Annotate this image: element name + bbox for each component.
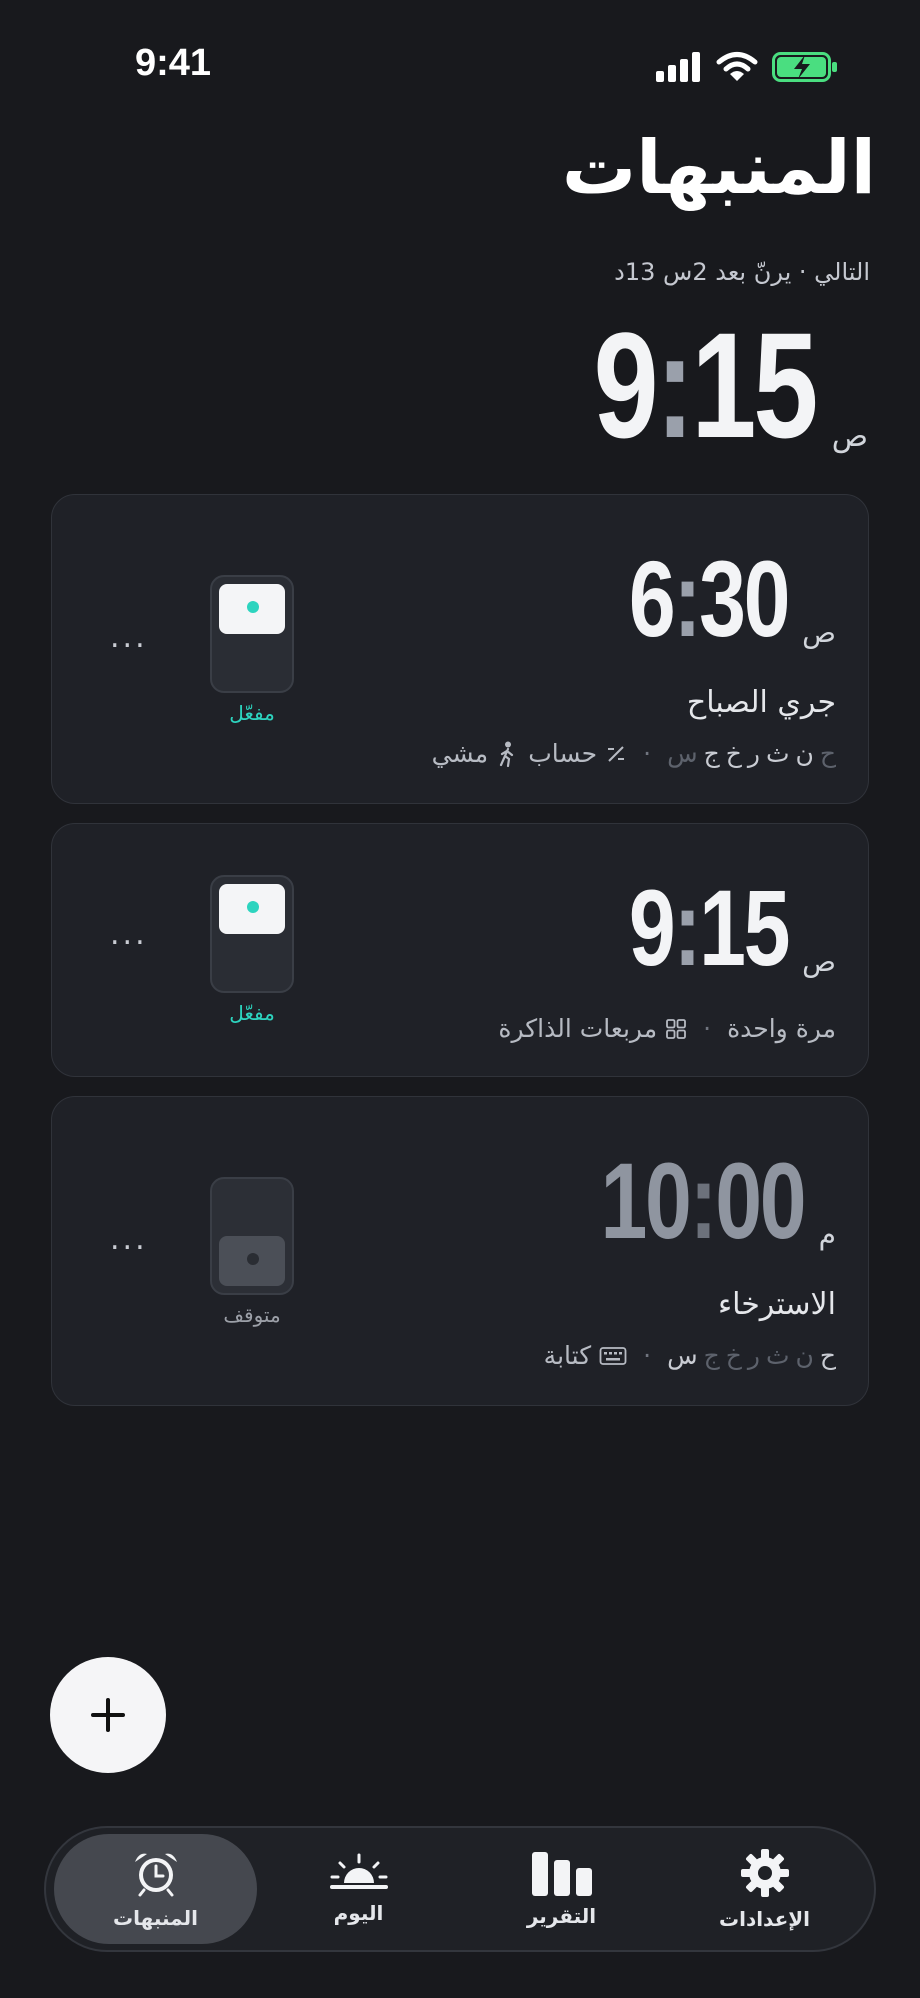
challenge-typing: كتابة — [544, 1341, 627, 1370]
cellular-signal-icon — [656, 52, 700, 82]
day-label: خ — [725, 1341, 742, 1370]
page-title: المنبهات — [561, 125, 876, 211]
bar-chart-icon — [531, 1852, 592, 1896]
day-label: ن — [795, 739, 814, 768]
alarm-time-suffix: ص — [802, 616, 836, 649]
day-label: خ — [725, 739, 742, 768]
tab-settings[interactable]: الإعدادات — [663, 1834, 866, 1944]
challenge-walk: مشي — [432, 739, 519, 768]
alarm-days: ح ن ث ر خ ج س — [667, 1341, 836, 1370]
alarm-time: 9:15 ص — [628, 867, 836, 988]
alarm-time: 6:30 ص — [628, 538, 836, 659]
alarm-status: مفعّل — [229, 1001, 275, 1025]
more-options-button[interactable]: ... — [110, 917, 148, 952]
alarm-card[interactable]: 9:15 ص مرة واحدة · مربعات الذاكرة مفعّل … — [51, 823, 869, 1077]
alarm-clock-icon — [134, 1853, 177, 1897]
next-alarm-countdown: التالي · يرنّ بعد 2س 13د — [614, 258, 870, 286]
day-label: س — [667, 739, 698, 768]
separator-dot: · — [643, 1341, 652, 1370]
alarm-time: 10:00 م — [600, 1140, 836, 1261]
gear-icon — [740, 1849, 789, 1897]
day-label: ث — [765, 1341, 790, 1370]
alarm-name: الاسترخاء — [718, 1287, 836, 1322]
plus-icon — [91, 1698, 125, 1732]
alarm-card[interactable]: 10:00 م الاسترخاء ح ن ث ر خ ج س · كتابة … — [51, 1096, 869, 1406]
grid-icon — [666, 1018, 687, 1039]
tab-report[interactable]: التقرير — [460, 1834, 663, 1944]
alarm-meta: مرة واحدة · مربعات الذاكرة — [498, 1014, 836, 1043]
alarm-status: مفعّل — [229, 701, 275, 725]
next-alarm-suffix: ص — [831, 419, 868, 454]
battery-charging-icon — [772, 52, 837, 82]
tab-today[interactable]: اليوم — [257, 1834, 460, 1944]
tab-alarms[interactable]: المنبهات — [54, 1834, 257, 1944]
percent-icon — [608, 745, 625, 762]
challenge-math: حساب — [528, 739, 627, 768]
tab-bar: المنبهات اليوم التقرير الإعدادات — [44, 1826, 876, 1952]
day-label: ر — [747, 739, 760, 768]
alarm-repeat: مرة واحدة — [727, 1014, 836, 1043]
more-options-button[interactable]: ... — [110, 1222, 148, 1257]
day-label: س — [667, 1341, 698, 1370]
wifi-icon — [716, 52, 758, 81]
day-label: ث — [765, 739, 790, 768]
day-label: ر — [747, 1341, 760, 1370]
status-icons — [656, 50, 838, 84]
tab-label: الإعدادات — [718, 1907, 811, 1931]
alarm-meta: ح ن ث ر خ ج س · حساب مشي — [432, 739, 836, 768]
tab-label: اليوم — [333, 1901, 384, 1925]
walking-icon — [500, 741, 514, 767]
sunrise-icon — [329, 1853, 388, 1889]
tab-label: المنبهات — [113, 1906, 198, 1930]
day-label: ن — [795, 1341, 814, 1370]
add-alarm-button[interactable] — [50, 1657, 166, 1773]
alarm-status: متوقف — [223, 1303, 281, 1327]
alarm-name: جري الصباح — [686, 685, 836, 720]
alarm-time-suffix: ص — [802, 945, 836, 978]
alarm-card[interactable]: 6:30 ص جري الصباح ح ن ث ر خ ج س · حساب م… — [51, 494, 869, 804]
tab-label: التقرير — [526, 1904, 597, 1928]
next-alarm-time: 9:15 ص — [531, 310, 868, 460]
alarm-meta: ح ن ث ر خ ج س · كتابة — [544, 1341, 836, 1370]
alarm-toggle[interactable] — [210, 575, 294, 693]
alarm-toggle[interactable] — [210, 1177, 294, 1295]
alarm-time-suffix: م — [818, 1218, 836, 1251]
day-label: ح — [819, 1341, 836, 1370]
more-options-button[interactable]: ... — [110, 620, 148, 655]
next-alarm-digits: 9:15 — [594, 301, 819, 469]
toggle-knob — [219, 1236, 285, 1286]
separator-dot: · — [703, 1014, 712, 1043]
day-label: ج — [703, 1341, 720, 1370]
toggle-knob — [219, 584, 285, 634]
alarm-toggle[interactable] — [210, 875, 294, 993]
toggle-knob — [219, 884, 285, 934]
alarm-days: ح ن ث ر خ ج س — [667, 739, 836, 768]
status-bar: 9:41 — [0, 0, 920, 130]
status-time: 9:41 — [135, 42, 212, 84]
day-label: ج — [703, 739, 720, 768]
day-label: ح — [819, 739, 836, 768]
separator-dot: · — [643, 739, 652, 768]
keyboard-icon — [599, 1346, 627, 1365]
challenge-memory: مربعات الذاكرة — [498, 1014, 687, 1043]
